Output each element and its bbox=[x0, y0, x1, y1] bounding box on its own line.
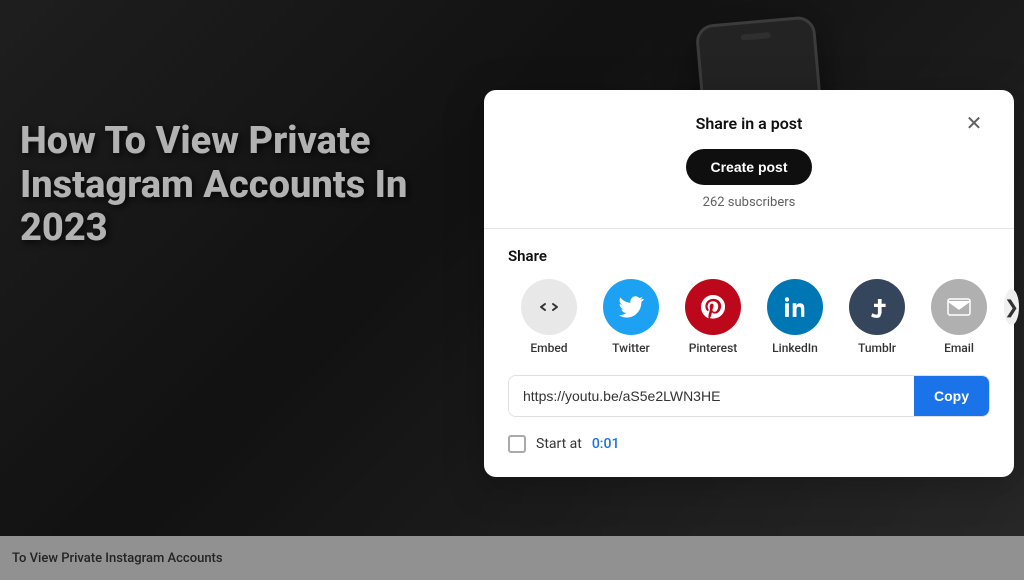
embed-label: Embed bbox=[530, 341, 567, 355]
email-label: Email bbox=[944, 341, 974, 355]
share-pinterest[interactable]: Pinterest bbox=[672, 279, 754, 355]
share-linkedin[interactable]: LinkedIn bbox=[754, 279, 836, 355]
share-section-label: Share bbox=[508, 247, 990, 265]
share-icons-row: Embed Twitter Pinterest bbox=[508, 279, 990, 355]
linkedin-label: LinkedIn bbox=[772, 341, 818, 355]
start-at-time[interactable]: 0:01 bbox=[592, 436, 620, 452]
url-row: Copy bbox=[508, 375, 990, 417]
copy-button[interactable]: Copy bbox=[914, 376, 989, 416]
share-modal: Share in a post ✕ Create post 262 subscr… bbox=[484, 90, 1014, 477]
share-embed[interactable]: Embed bbox=[508, 279, 590, 355]
create-post-button[interactable]: Create post bbox=[686, 149, 811, 185]
tumblr-label: Tumblr bbox=[858, 341, 896, 355]
start-at-row: Start at 0:01 bbox=[508, 435, 990, 453]
share-tumblr[interactable]: Tumblr bbox=[836, 279, 918, 355]
start-at-checkbox[interactable] bbox=[508, 435, 526, 453]
subscribers-count: 262 subscribers bbox=[508, 195, 990, 210]
share-email[interactable]: Email bbox=[918, 279, 1000, 355]
start-at-label: Start at bbox=[536, 436, 582, 452]
tumblr-icon bbox=[849, 279, 905, 335]
twitter-label: Twitter bbox=[612, 341, 650, 355]
embed-icon bbox=[521, 279, 577, 335]
chevron-right-icon: ❯ bbox=[1004, 297, 1019, 318]
share-more-button[interactable]: ❯ bbox=[1004, 289, 1019, 325]
share-twitter[interactable]: Twitter bbox=[590, 279, 672, 355]
url-input[interactable] bbox=[509, 376, 914, 416]
divider bbox=[484, 228, 1014, 229]
pinterest-label: Pinterest bbox=[689, 341, 738, 355]
email-icon bbox=[931, 279, 987, 335]
modal-header: Share in a post ✕ bbox=[508, 114, 990, 133]
modal-overlay: Share in a post ✕ Create post 262 subscr… bbox=[0, 0, 1024, 580]
pinterest-icon bbox=[685, 279, 741, 335]
twitter-icon bbox=[603, 279, 659, 335]
modal-title: Share in a post bbox=[696, 114, 803, 133]
linkedin-icon bbox=[767, 279, 823, 335]
close-button[interactable]: ✕ bbox=[958, 108, 990, 140]
